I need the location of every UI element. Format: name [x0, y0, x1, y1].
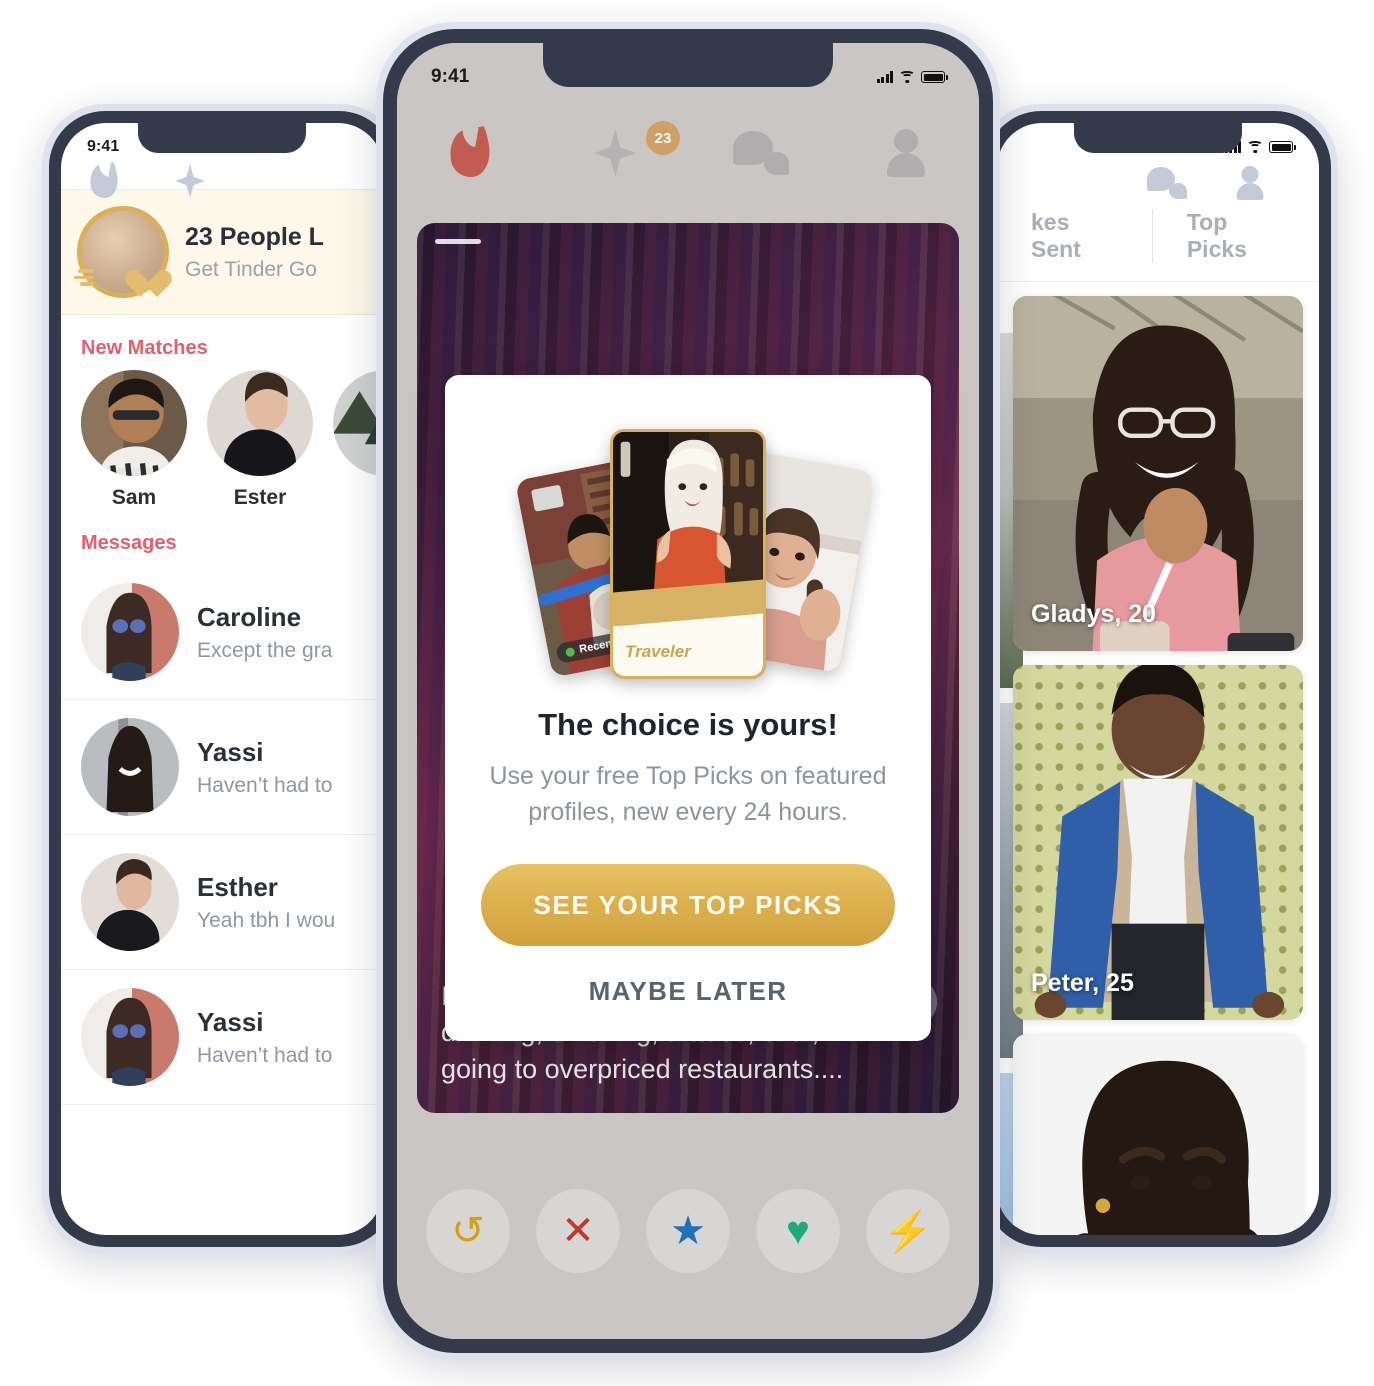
top-pick-card[interactable]: Gladys, 20: [1013, 296, 1303, 651]
sparkle-icon: [175, 164, 205, 198]
gold-banner-title: 23 People L: [185, 222, 324, 251]
phone-right-screen: kes Sent Top Picks Gladys, 20 Peter, 25: [997, 123, 1319, 1235]
message-name: Esther: [197, 871, 278, 902]
list-item[interactable]: Yassi Haven’t had to: [61, 970, 383, 1105]
message-text: Esther Yeah tbh I wou: [197, 872, 335, 933]
profile-icon: [1235, 166, 1265, 200]
tab-top-picks[interactable]: Top Picks: [1151, 209, 1319, 263]
nope-button[interactable]: ✕: [536, 1189, 620, 1273]
chat-icon: [732, 131, 789, 175]
nav-flame[interactable]: [61, 161, 147, 201]
flame-icon: [87, 161, 121, 201]
top-pick-card[interactable]: Peter, 25: [1013, 665, 1303, 1020]
modal-subtitle: Use your free Top Picks on featured prof…: [489, 762, 887, 826]
modal-card-stack: Recently Active: [475, 401, 901, 701]
phone-center-bezel: 9:41 23 going to overpriced restaurants.…: [383, 29, 993, 1353]
message-name: Yassi: [197, 1006, 264, 1037]
maybe-later-button[interactable]: MAYBE LATER: [475, 976, 901, 1007]
online-dot-icon: [564, 646, 576, 657]
tab-likes-sent[interactable]: kes Sent: [997, 209, 1152, 263]
speed-lines-icon: [72, 269, 94, 287]
notch: [1074, 123, 1242, 153]
action-bar: ↺ ✕ ★ ♥ ⚡: [397, 1189, 979, 1273]
flame-icon: [445, 125, 494, 181]
match-name: Sam: [111, 486, 157, 509]
avatar: [81, 370, 187, 476]
phone-left: 9:41 23 People L Get Tinder Go New Match…: [42, 104, 402, 1254]
nav-profile[interactable]: [834, 129, 980, 177]
nav-sparkle[interactable]: [147, 164, 233, 198]
gold-avatar-ring: [74, 206, 169, 298]
message-preview: Except the gra: [197, 638, 333, 662]
top-pick-card[interactable]: [1013, 1034, 1303, 1235]
avatar: [81, 583, 179, 681]
message-preview: Yeah tbh I wou: [197, 908, 336, 932]
avatar: [81, 718, 179, 816]
gold-banner-text: 23 People L Get Tinder Go: [185, 223, 324, 282]
pick-name: Gladys, 20: [1031, 600, 1157, 628]
nav-messages[interactable]: [688, 131, 834, 175]
message-preview: Haven’t had to: [197, 1043, 333, 1067]
badge-label: Traveler: [625, 642, 691, 661]
message-preview: Haven’t had to: [197, 773, 333, 797]
rewind-button[interactable]: ↺: [426, 1189, 510, 1273]
preview-card-traveler: Traveler: [610, 429, 766, 679]
match-item[interactable]: Ester: [207, 370, 313, 510]
message-text: Caroline Except the gra: [197, 602, 332, 663]
nav-top-picks[interactable]: 23: [543, 121, 689, 177]
message-text: Yassi Haven’t had to: [197, 737, 332, 798]
gold-banner-subtitle: Get Tinder Go: [185, 257, 317, 281]
nav-profile[interactable]: [1235, 166, 1265, 200]
chat-icon: [1147, 167, 1187, 199]
screenshot-stage: 9:41 23 People L Get Tinder Go New Match…: [0, 0, 1374, 1386]
profile-icon: [885, 129, 927, 177]
see-top-picks-button[interactable]: SEE YOUR TOP PICKS: [481, 864, 895, 946]
photo-progress-bar: [435, 239, 481, 244]
phone-left-screen: 9:41 23 People L Get Tinder Go New Match…: [61, 123, 383, 1235]
new-matches-row: Sam Ester: [61, 370, 383, 510]
notch: [543, 43, 833, 87]
message-text: Yassi Haven’t had to: [197, 1007, 332, 1068]
traveler-ribbon: [613, 602, 763, 676]
match-name: Ester: [233, 486, 287, 509]
center-nav-bar: 23: [397, 101, 979, 205]
list-item[interactable]: Caroline Except the gra: [61, 565, 383, 700]
pick-name: Peter, 25: [1031, 969, 1134, 997]
right-tab-bar: kes Sent Top Picks: [997, 193, 1319, 282]
top-picks-modal: Recently Active: [445, 375, 931, 1041]
modal-title: The choice is yours!: [538, 707, 838, 742]
message-name: Yassi: [197, 736, 264, 767]
nav-discover[interactable]: [397, 125, 543, 181]
heart-icon: [132, 267, 166, 297]
avatar: [81, 988, 179, 1086]
match-item[interactable]: Sam: [81, 370, 187, 510]
list-item[interactable]: Esther Yeah tbh I wou: [61, 835, 383, 970]
phone-right-bezel: kes Sent Top Picks Gladys, 20 Peter, 25: [985, 111, 1331, 1247]
phone-left-bezel: 9:41 23 People L Get Tinder Go New Match…: [49, 111, 395, 1247]
phone-center-screen: 9:41 23 going to overpriced restaurants.…: [397, 43, 979, 1339]
avatar: [207, 370, 313, 476]
messages-heading: Messages: [81, 532, 177, 554]
avatar: [81, 853, 179, 951]
bio-line-3: going to overpriced restaurants....: [441, 1053, 844, 1084]
list-item[interactable]: Yassi Haven’t had to: [61, 700, 383, 835]
new-matches-heading: New Matches: [81, 337, 208, 359]
phone-center: 9:41 23 going to overpriced restaurants.…: [376, 22, 1000, 1360]
status-badge: 23: [646, 121, 680, 155]
like-button[interactable]: ♥: [756, 1189, 840, 1273]
notch: [138, 123, 306, 153]
sparkle-icon: [594, 129, 636, 177]
gold-upsell-banner[interactable]: 23 People L Get Tinder Go: [61, 189, 383, 315]
superlike-button[interactable]: ★: [646, 1189, 730, 1273]
phone-right: kes Sent Top Picks Gladys, 20 Peter, 25: [978, 104, 1338, 1254]
boost-button[interactable]: ⚡: [866, 1189, 950, 1273]
message-name: Caroline: [197, 601, 302, 632]
nav-messages[interactable]: [1147, 167, 1187, 199]
